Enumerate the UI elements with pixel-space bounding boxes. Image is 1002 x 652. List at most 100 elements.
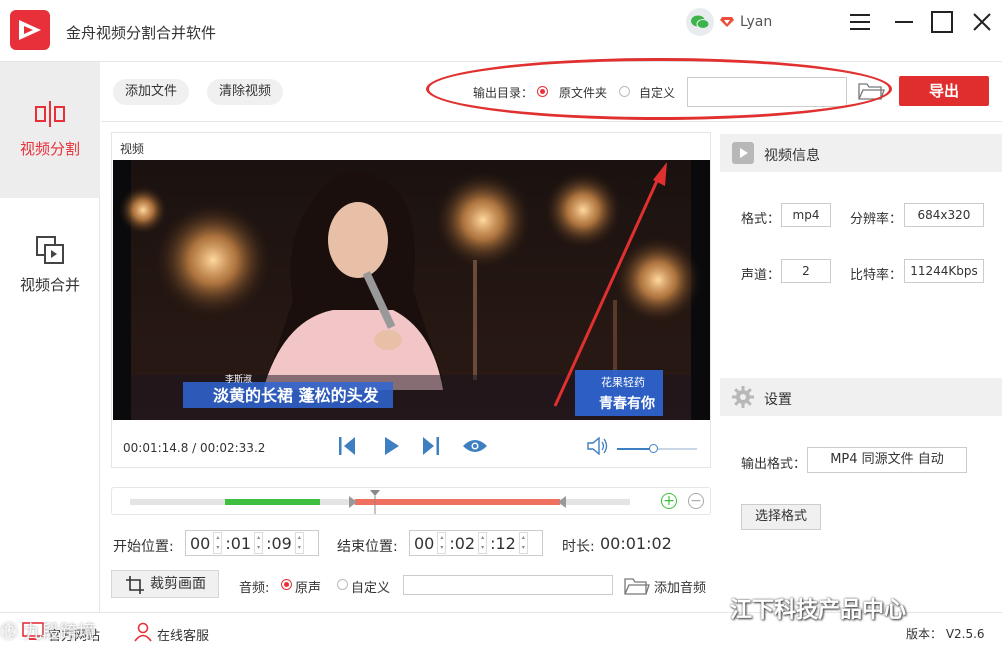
watermark-text: 江下科技产品中心: [730, 598, 907, 623]
support-icon: [134, 622, 152, 642]
radio-audio-original[interactable]: [281, 579, 292, 590]
remove-segment-icon[interactable]: −: [688, 493, 704, 509]
play-icon[interactable]: [385, 437, 399, 459]
annotation-arrow: [553, 162, 667, 407]
export-button[interactable]: 导出: [899, 76, 989, 106]
playhead-marker[interactable]: [370, 490, 380, 514]
preview-eye-icon[interactable]: [463, 439, 487, 457]
start-minutes[interactable]: 01: [231, 534, 251, 553]
resolution-value: 684x320: [904, 203, 984, 227]
settings-header: 设置: [720, 378, 1002, 416]
playback-controls: 00:01:14.8 / 00:02:33.2: [113, 423, 710, 467]
bitrate-label: 比特率：: [850, 268, 903, 283]
add-file-button[interactable]: 添加文件: [113, 79, 190, 105]
trim-start-handle[interactable]: [349, 496, 357, 508]
channels-label: 声道：: [741, 268, 781, 283]
audio-label: 音频:: [239, 581, 270, 596]
menu-icon[interactable]: [848, 10, 872, 34]
spinner-icon[interactable]: ▴ ▾: [294, 532, 304, 554]
end-time-input[interactable]: 00 ▴ ▾ :02 ▴ ▾ :12 ▴ ▾: [409, 530, 543, 556]
end-hours[interactable]: 00: [414, 534, 434, 553]
sidebar-item-split[interactable]: 视频分割: [0, 62, 100, 198]
title-bar: 金舟视频分割合并软件 Lyan: [0, 0, 1002, 62]
select-format-button[interactable]: 选择格式: [741, 504, 821, 530]
video-preview[interactable]: 淡黄的长裙 蓬松的头发 李斯淑 花果轻药 青春有你: [113, 160, 710, 420]
volume-handle[interactable]: [649, 444, 658, 453]
radio-custom-folder[interactable]: [619, 86, 630, 97]
start-time-input[interactable]: 00 ▴ ▾ :01 ▴ ▾ :09 ▴ ▾: [185, 530, 319, 556]
trim-timeline[interactable]: + −: [111, 487, 711, 515]
channels-value: 2: [781, 259, 831, 283]
start-seconds[interactable]: 09: [272, 534, 292, 553]
video-subtitle: 淡黄的长裙 蓬松的头发: [213, 386, 380, 405]
output-format-value: MP4 同源文件 自动: [807, 447, 967, 473]
radio-original-folder[interactable]: [537, 86, 548, 97]
add-audio-folder-icon[interactable]: [624, 576, 650, 600]
prev-frame-icon[interactable]: [339, 437, 355, 459]
timeline-track[interactable]: [130, 490, 630, 514]
clear-video-button[interactable]: 清除视频: [207, 79, 284, 105]
output-path-input[interactable]: [687, 77, 847, 107]
spinner-icon[interactable]: ▴ ▾: [478, 532, 488, 554]
close-icon[interactable]: [970, 10, 994, 34]
merge-icon: [34, 234, 66, 266]
video-panel: 视频 淡黄的长裙 蓬松的头发 李斯淑 花果轻药 青春有你 00:01:14.8 …: [111, 132, 711, 468]
output-dir-label: 输出目录：: [473, 86, 534, 100]
output-format-label: 输出格式：: [741, 457, 807, 472]
volume-fill: [617, 448, 653, 450]
start-position-label: 开始位置:: [113, 539, 174, 555]
version-text: 版本： V2.5.6: [906, 627, 985, 641]
video-panel-label: 视频: [120, 142, 145, 156]
volume-icon[interactable]: [587, 436, 609, 459]
crop-button-label: 裁剪画面: [150, 576, 206, 592]
minimize-icon[interactable]: [892, 10, 916, 34]
spinner-icon[interactable]: ▴ ▾: [437, 532, 447, 554]
settings-title: 设置: [764, 392, 792, 408]
trim-end-handle[interactable]: [558, 496, 566, 508]
duration-value: 00:01:02: [600, 534, 672, 553]
user-account[interactable]: Lyan: [720, 12, 772, 32]
radio-audio-custom[interactable]: [337, 579, 348, 590]
end-minutes[interactable]: 02: [455, 534, 475, 553]
video-info-title: 视频信息: [764, 148, 820, 164]
end-seconds[interactable]: 12: [496, 534, 516, 553]
video-caption-name: 李斯淑: [225, 373, 252, 385]
video-info-header: 视频信息: [720, 134, 1002, 172]
watermark-corner: ⑫ 九段跨境: [0, 622, 96, 643]
add-audio-button[interactable]: 添加音频: [654, 577, 706, 596]
radio-audio-original-label[interactable]: 原声: [295, 577, 321, 596]
spinner-icon[interactable]: ▴ ▾: [213, 532, 223, 554]
vip-diamond-icon: [720, 17, 734, 27]
maximize-icon[interactable]: [930, 10, 954, 34]
spinner-icon[interactable]: ▴ ▾: [254, 532, 264, 554]
toolbar: 添加文件 清除视频 输出目录： 原文件夹 自定义 导出: [101, 62, 1002, 122]
format-label: 格式：: [741, 212, 781, 227]
total-time: 00:02:33.2: [200, 441, 266, 455]
support-link[interactable]: 在线客服: [157, 625, 209, 644]
start-hours[interactable]: 00: [190, 534, 210, 553]
time-display: 00:01:14.8 / 00:02:33.2: [123, 441, 265, 455]
time-separator: /: [192, 441, 197, 455]
radio-original-folder-label[interactable]: 原文件夹: [559, 84, 607, 101]
format-value: mp4: [781, 203, 831, 227]
wechat-icon[interactable]: [686, 8, 714, 36]
folder-open-icon[interactable]: [857, 80, 885, 102]
audio-path-input[interactable]: [403, 575, 613, 595]
current-time: 00:01:14.8: [123, 441, 189, 455]
radio-audio-custom-label[interactable]: 自定义: [351, 577, 390, 596]
add-segment-icon[interactable]: +: [661, 493, 677, 509]
spinner-icon[interactable]: ▴ ▾: [518, 532, 528, 554]
crop-button[interactable]: 裁剪画面: [111, 570, 219, 598]
user-name: Lyan: [740, 14, 773, 30]
radio-custom-folder-label[interactable]: 自定义: [639, 84, 675, 101]
resolution-label: 分辨率：: [850, 212, 903, 227]
sidebar-item-merge[interactable]: 视频合并: [0, 198, 100, 334]
next-frame-icon[interactable]: [423, 437, 439, 459]
timeline-segment-green: [225, 499, 320, 505]
sidebar-item-label: 视频合并: [19, 276, 80, 294]
app-title: 金舟视频分割合并软件: [66, 24, 217, 42]
gear-icon: [732, 386, 754, 408]
crop-icon: [126, 576, 144, 594]
split-icon: [34, 98, 66, 130]
sidebar: 视频分割 视频合并: [0, 62, 100, 612]
